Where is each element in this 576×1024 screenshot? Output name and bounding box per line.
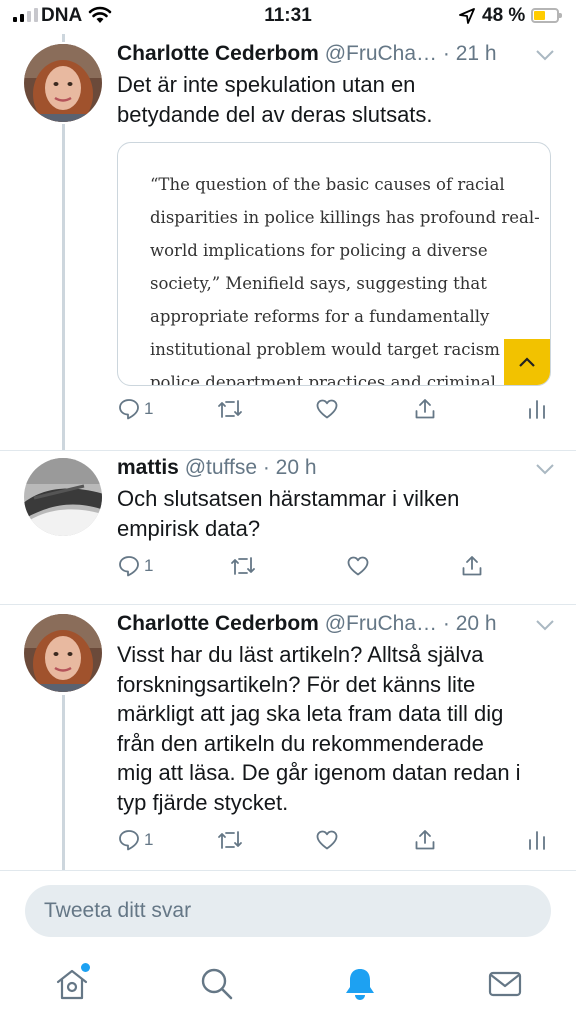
tab-bar: [0, 940, 576, 1024]
avatar[interactable]: [24, 458, 102, 536]
tweet-text-line: forskningsartikeln? För det känns lite: [117, 671, 476, 697]
avatar[interactable]: [24, 44, 102, 122]
chevron-down-icon[interactable]: [536, 49, 554, 61]
reply-count: 1: [144, 556, 154, 575]
excerpt-line: disparities in police killings has profo…: [150, 208, 540, 227]
status-bar: DNA 11:31 48 %: [0, 0, 576, 34]
author-name[interactable]: Charlotte Cederbom: [117, 42, 319, 65]
thread-line-top: [62, 34, 65, 42]
tweet-actions: 1: [117, 554, 557, 584]
like-button[interactable]: [315, 828, 339, 852]
battery-percentage: 48 %: [482, 5, 526, 26]
tweet-actions: 1: [117, 828, 557, 858]
like-button[interactable]: [315, 397, 339, 421]
excerpt-line: appropriate reforms for a fundamentally: [150, 307, 490, 326]
reply-button[interactable]: 1: [117, 828, 153, 852]
tab-search[interactable]: [199, 966, 235, 1007]
location-arrow-icon: [459, 8, 475, 24]
chevron-up-icon: [519, 357, 535, 367]
heart-icon: [347, 556, 369, 576]
tweet-text: Visst har du läst artikeln? Alltså själv…: [117, 640, 557, 817]
reply-icon: [119, 556, 139, 577]
tweet-text-line: empirisk data?: [117, 515, 261, 541]
author-name[interactable]: Charlotte Cederbom: [117, 612, 319, 635]
messages-icon: [488, 971, 522, 997]
quoted-article-card[interactable]: “The question of the basic causes of rac…: [117, 142, 551, 386]
excerpt-line: society,” Menifield says, suggesting tha…: [150, 274, 487, 293]
retweet-icon: [231, 557, 255, 575]
notifications-icon: [346, 969, 374, 1000]
share-icon: [415, 399, 435, 419]
tweet[interactable]: Charlotte Cederbom @FruCha… · 21 h Det ä…: [0, 42, 576, 450]
tweet-text: Det är inte spekulation utan en betydand…: [117, 70, 557, 129]
author-handle[interactable]: @FruCha…: [325, 612, 437, 635]
reply-count: 1: [144, 399, 154, 418]
reply-icon: [119, 399, 139, 420]
like-button[interactable]: [346, 554, 370, 578]
battery-icon: [531, 8, 562, 23]
reply-input[interactable]: Tweeta ditt svar: [25, 885, 551, 937]
tweet-time: · 21 h: [442, 42, 497, 65]
reply-count: 1: [144, 830, 154, 849]
author-handle[interactable]: @tuffse: [185, 456, 257, 479]
author-handle[interactable]: @FruCha…: [325, 42, 437, 65]
tweet[interactable]: Charlotte Cederbom @FruCha… · 20 h Visst…: [0, 612, 576, 870]
share-button[interactable]: [413, 828, 437, 852]
tweet-text-line: Det är inte spekulation utan en: [117, 72, 416, 97]
tweet-time: · 20 h: [262, 456, 317, 479]
retweet-button[interactable]: [217, 397, 243, 421]
battery-level: [534, 11, 545, 20]
scroll-up-button[interactable]: [504, 339, 550, 385]
tweet-actions: 1: [117, 397, 557, 427]
new-content-dot: [81, 963, 90, 972]
tweet-text-line: betydande del av deras slutsats.: [117, 101, 433, 127]
excerpt-line: “The question of the basic causes of rac…: [150, 175, 505, 194]
retweet-icon: [218, 831, 242, 849]
tweet-text-line: märkligt att jag ska leta fram data till…: [117, 701, 504, 726]
analytics-button[interactable]: [527, 397, 547, 421]
reply-bar: Tweeta ditt svar: [0, 870, 576, 940]
analytics-icon: [529, 400, 545, 419]
heart-icon: [316, 830, 338, 850]
divider: [0, 604, 576, 605]
heart-icon: [316, 399, 338, 419]
tweet-text-line: typ fjärde stycket.: [117, 789, 289, 815]
tweet[interactable]: mattis @tuffse · 20 h Och slutsatsen här…: [0, 456, 576, 604]
reply-button[interactable]: 1: [117, 554, 153, 578]
search-icon: [201, 968, 233, 1000]
excerpt-line: police department practices and criminal: [150, 373, 496, 386]
tweet-text-line: från den artikeln du rekommenderade: [117, 730, 484, 756]
tab-notifications[interactable]: [342, 966, 378, 1007]
analytics-button[interactable]: [527, 828, 547, 852]
share-button[interactable]: [413, 397, 437, 421]
tweet-text-line: mig att läsa. De går igenom datan redan …: [117, 760, 521, 785]
tab-messages[interactable]: [487, 966, 523, 1007]
analytics-icon: [529, 831, 545, 850]
tweet-header: mattis @tuffse · 20 h: [117, 456, 576, 486]
excerpt-line: world implications for policing a divers…: [150, 241, 488, 260]
author-name[interactable]: mattis: [117, 456, 179, 479]
tweet-time: · 20 h: [442, 612, 497, 635]
tab-home[interactable]: [54, 963, 90, 1007]
tweet-text: Och slutsatsen härstammar i vilken empir…: [117, 484, 557, 543]
reply-icon: [119, 830, 139, 851]
share-button[interactable]: [460, 554, 484, 578]
tweet-header: Charlotte Cederbom @FruCha… · 21 h: [117, 42, 576, 72]
chevron-down-icon[interactable]: [536, 463, 554, 475]
share-icon: [415, 830, 435, 850]
tweet-header: Charlotte Cederbom @FruCha… · 20 h: [117, 612, 576, 642]
tweet-text-line: Visst har du läst artikeln? Alltså själv…: [117, 642, 484, 667]
divider: [0, 450, 576, 451]
retweet-icon: [218, 400, 242, 418]
chevron-down-icon[interactable]: [536, 619, 554, 631]
tweet-text-line: Och slutsatsen härstammar i vilken: [117, 486, 460, 511]
excerpt-line: institutional problem would target racis…: [150, 340, 522, 359]
article-excerpt: “The question of the basic causes of rac…: [150, 168, 540, 386]
retweet-button[interactable]: [230, 554, 256, 578]
share-icon: [462, 556, 482, 576]
avatar[interactable]: [24, 614, 102, 692]
retweet-button[interactable]: [217, 828, 243, 852]
reply-button[interactable]: 1: [117, 397, 153, 421]
